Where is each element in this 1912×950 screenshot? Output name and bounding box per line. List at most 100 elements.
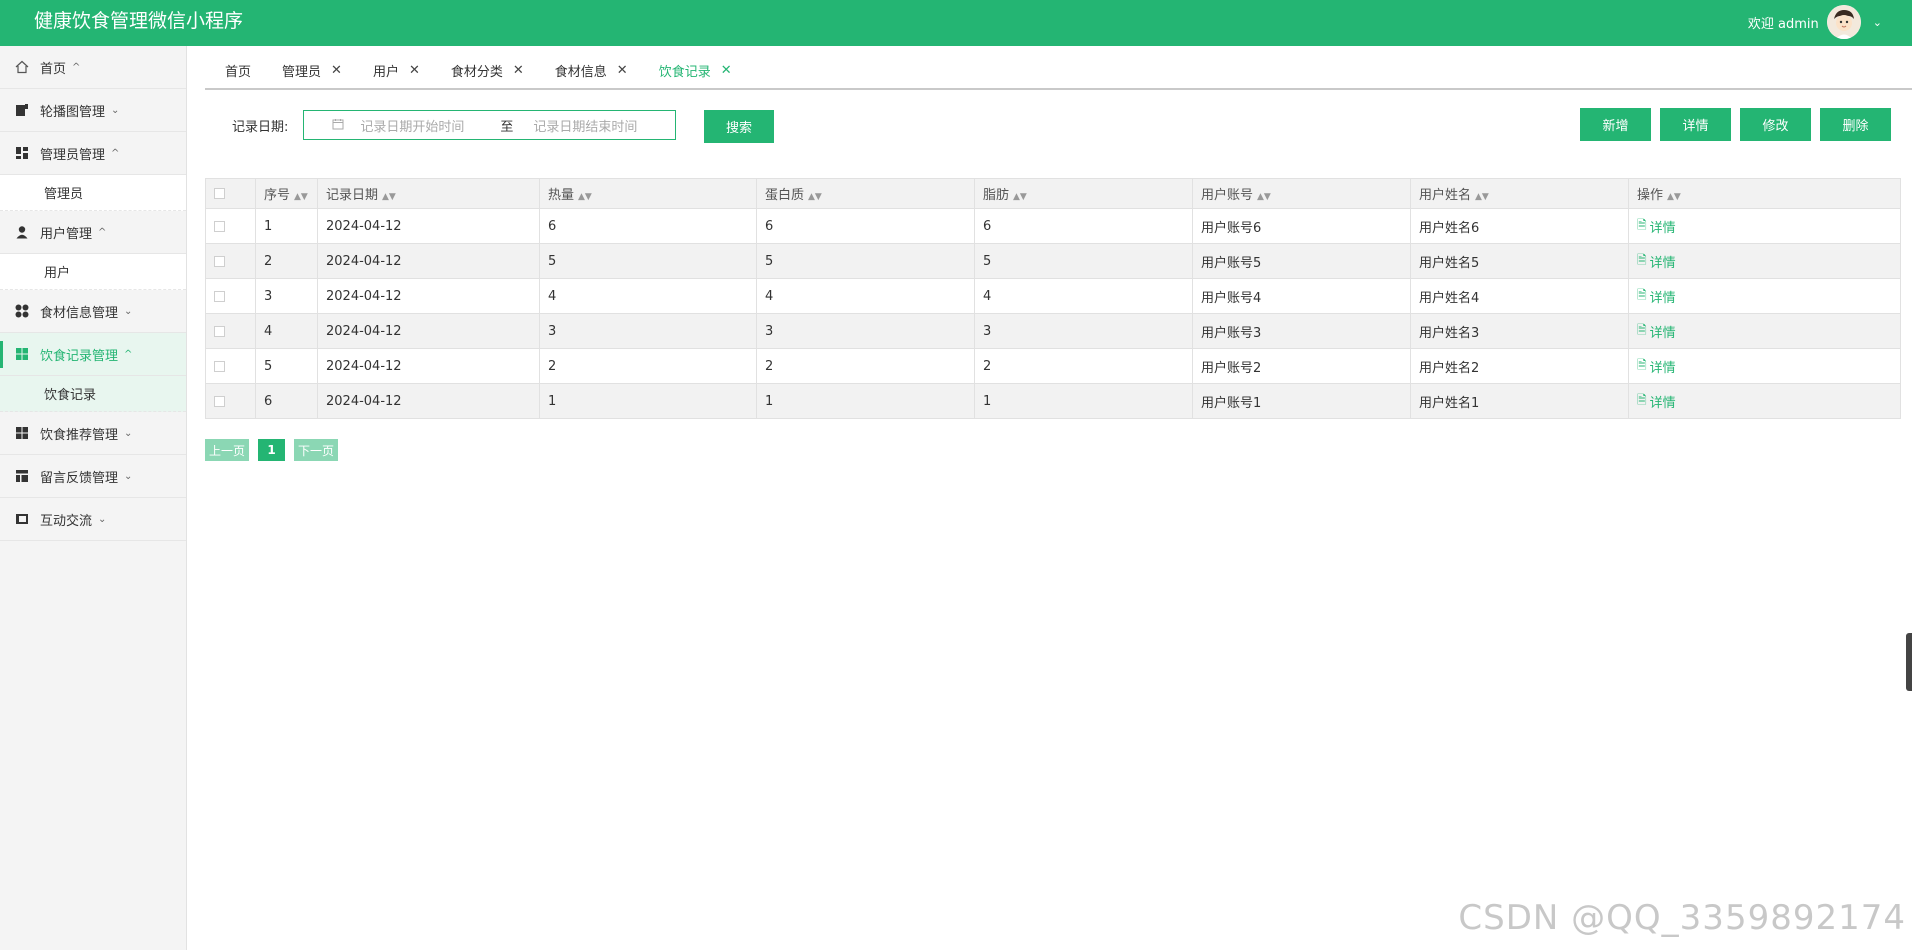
sort-icon[interactable]: ▲▼ (382, 192, 396, 202)
sort-icon[interactable]: ▲▼ (1257, 192, 1271, 202)
sidebar-item-label: 管理员管理 (40, 147, 106, 163)
tab-label: 食材分类 (450, 64, 503, 80)
row-action-cell: 🗎 详情 (1628, 348, 1901, 384)
date-range-picker[interactable]: 记录日期开始时间 至 记录日期结束时间 (303, 110, 677, 140)
user-menu[interactable]: 欢迎 admin ⌄ (1748, 5, 1882, 39)
avatar[interactable] (1826, 5, 1861, 39)
sort-icon[interactable]: ▲▼ (1475, 192, 1489, 202)
table-row[interactable]: 3 2024-04-12 4 4 4 用户账号4 用户姓名4 🗎 详情 (205, 278, 1901, 314)
table-row[interactable]: 6 2024-04-12 1 1 1 用户账号1 用户姓名1 🗎 详情 (205, 383, 1901, 419)
close-icon[interactable]: ✕ (617, 63, 628, 78)
column-header[interactable]: 脂肪 ▲▼ (974, 178, 1193, 209)
edit-button[interactable]: 修改 (1740, 108, 1811, 141)
delete-button[interactable]: 删除 (1820, 108, 1891, 141)
search-button[interactable]: 搜索 (704, 110, 774, 143)
row-checkbox[interactable] (214, 395, 225, 407)
row-detail-link[interactable]: 🗎 详情 (1637, 391, 1676, 412)
table-row[interactable]: 5 2024-04-12 2 2 2 用户账号2 用户姓名2 🗎 详情 (205, 348, 1901, 384)
tab-home[interactable]: 首页 (205, 51, 262, 89)
row-select-cell[interactable] (205, 278, 256, 314)
sidebar-item-diet-record-management[interactable]: 饮食记录管理 ^ (0, 333, 186, 376)
row-select-cell[interactable] (205, 243, 256, 279)
tab-diet-record[interactable]: 饮食记录 ✕ (639, 51, 743, 89)
diet-record-table: 序号 ▲▼ 记录日期 ▲▼ 热量 ▲▼ 蛋白质 ▲▼ 脂肪 ▲▼ 用户账号 ▲▼ 用户姓名 ▲… (205, 178, 1901, 419)
sidebar-item-label: 饮食记录管理 (40, 348, 119, 364)
row-detail-link[interactable]: 🗎 详情 (1637, 216, 1676, 237)
sort-icon[interactable]: ▲▼ (1667, 192, 1681, 202)
search-bar: 记录日期: 记录日期开始时间 至 记录日期结束时间 (232, 109, 677, 141)
table-cell: 3 (255, 278, 318, 314)
detail-button[interactable]: 详情 (1660, 108, 1731, 141)
sidebar-subitem-admin[interactable]: 管理员 (0, 175, 186, 211)
prev-page-button[interactable]: 上一页 (205, 439, 249, 461)
grid-icon (14, 425, 30, 441)
row-checkbox[interactable] (214, 290, 225, 302)
document-icon: 🗎 (1637, 357, 1647, 372)
row-action-cell: 🗎 详情 (1628, 313, 1901, 349)
tab-label: 管理员 (282, 64, 322, 80)
row-select-cell[interactable] (205, 208, 256, 244)
image-icon (14, 102, 30, 118)
table-row[interactable]: 4 2024-04-12 3 3 3 用户账号3 用户姓名3 🗎 详情 (205, 313, 1901, 349)
sidebar-subitem-user[interactable]: 用户 (0, 254, 186, 290)
tab-ingredient-category[interactable]: 食材分类 ✕ (431, 51, 535, 89)
sort-icon[interactable]: ▲▼ (578, 192, 592, 202)
column-header[interactable]: 操作 ▲▼ (1628, 178, 1901, 209)
sort-icon[interactable]: ▲▼ (1013, 192, 1027, 202)
row-checkbox[interactable] (214, 325, 225, 337)
column-header[interactable]: 用户账号 ▲▼ (1192, 178, 1411, 209)
table-cell: 用户姓名6 (1410, 208, 1629, 244)
tab-admin[interactable]: 管理员 ✕ (262, 51, 353, 89)
column-header[interactable]: 蛋白质 ▲▼ (756, 178, 975, 209)
sidebar-item-home[interactable]: 首页 ^ (0, 46, 186, 89)
row-select-cell[interactable] (205, 313, 256, 349)
next-page-button[interactable]: 下一页 (294, 439, 338, 461)
sidebar-subitem-diet-record[interactable]: 饮食记录 (0, 376, 186, 412)
column-header[interactable]: 记录日期 ▲▼ (317, 178, 540, 209)
close-icon[interactable]: ✕ (721, 63, 732, 78)
select-all-checkbox[interactable] (214, 188, 225, 199)
sidebar-item-admin-management[interactable]: 管理员管理 ^ (0, 132, 186, 175)
column-header[interactable]: 热量 ▲▼ (539, 178, 757, 209)
side-scroll-handle[interactable] (1906, 633, 1912, 691)
tab-ingredient-info[interactable]: 食材信息 ✕ (535, 51, 639, 89)
page-number-button[interactable]: 1 (258, 439, 285, 461)
row-checkbox[interactable] (214, 220, 225, 232)
add-button[interactable]: 新增 (1580, 108, 1651, 141)
table-cell: 2024-04-12 (317, 348, 540, 384)
row-select-cell[interactable] (205, 348, 256, 384)
sidebar-item-ingredient-management[interactable]: 食材信息管理 ⌄ (0, 290, 186, 333)
row-select-cell[interactable] (205, 383, 256, 419)
close-icon[interactable]: ✕ (409, 63, 420, 78)
row-checkbox[interactable] (214, 360, 225, 372)
row-detail-link[interactable]: 🗎 详情 (1637, 321, 1676, 342)
column-header[interactable]: 用户姓名 ▲▼ (1410, 178, 1629, 209)
chevron-down-icon[interactable]: ⌄ (1873, 16, 1882, 29)
row-detail-link[interactable]: 🗎 详情 (1637, 251, 1676, 272)
select-all-cell[interactable] (205, 178, 256, 209)
close-icon[interactable]: ✕ (513, 63, 524, 78)
row-checkbox[interactable] (214, 255, 225, 267)
tab-user[interactable]: 用户 ✕ (353, 51, 431, 89)
pagination: 上一页 1 下一页 (205, 439, 338, 461)
row-detail-link[interactable]: 🗎 详情 (1637, 356, 1676, 377)
table-cell: 用户账号2 (1192, 348, 1411, 384)
close-icon[interactable]: ✕ (331, 63, 342, 78)
avatar-face-icon (1826, 5, 1861, 39)
end-date-input[interactable]: 记录日期结束时间 (533, 116, 663, 135)
sidebar-item-carousel[interactable]: 轮播图管理 ⌄ (0, 89, 186, 132)
table-row[interactable]: 2 2024-04-12 5 5 5 用户账号5 用户姓名5 🗎 详情 (205, 243, 1901, 279)
sidebar-item-interaction[interactable]: 互动交流 ⌄ (0, 498, 186, 541)
start-date-input[interactable]: 记录日期开始时间 (360, 116, 490, 135)
table-row[interactable]: 1 2024-04-12 6 6 6 用户账号6 用户姓名6 🗎 详情 (205, 208, 1901, 244)
row-action-cell: 🗎 详情 (1628, 278, 1901, 314)
sidebar-item-user-management[interactable]: 用户管理 ^ (0, 211, 186, 254)
table-cell: 用户账号1 (1192, 383, 1411, 419)
row-detail-link[interactable]: 🗎 详情 (1637, 286, 1676, 307)
sort-icon[interactable]: ▲▼ (294, 192, 308, 202)
column-header[interactable]: 序号 ▲▼ (255, 178, 318, 209)
sidebar-item-diet-recommend-management[interactable]: 饮食推荐管理 ⌄ (0, 412, 186, 455)
sort-icon[interactable]: ▲▼ (808, 192, 822, 202)
app-title: 健康饮食管理微信小程序 (34, 10, 244, 32)
sidebar-item-feedback-management[interactable]: 留言反馈管理 ⌄ (0, 455, 186, 498)
